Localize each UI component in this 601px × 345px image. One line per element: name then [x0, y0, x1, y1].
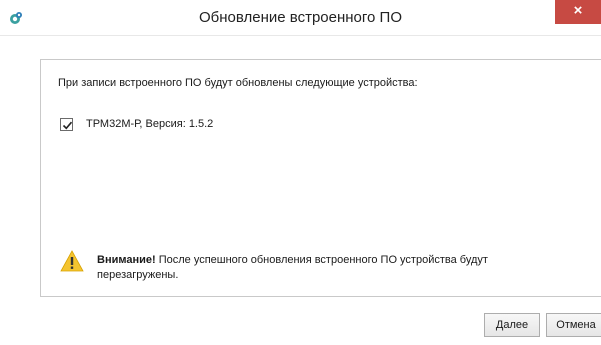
window-title: Обновление встроенного ПО [199, 9, 402, 26]
warning-text: После успешного обновления встроенного П… [97, 254, 488, 281]
title-bar: Обновление встроенного ПО × [0, 0, 601, 36]
device-checkbox[interactable] [60, 118, 73, 131]
device-label: ТРМ32М-Р, Версия: 1.5.2 [86, 118, 214, 130]
warning-message: Внимание! После успешного обновления вст… [97, 253, 567, 283]
next-button[interactable]: Далее [484, 313, 540, 337]
devices-panel: При записи встроенного ПО будут обновлен… [40, 59, 601, 297]
close-button[interactable]: × [555, 0, 601, 24]
cancel-button[interactable]: Отмена [546, 313, 601, 337]
warning-title: Внимание! [97, 254, 156, 266]
intro-text: При записи встроенного ПО будут обновлен… [58, 77, 418, 89]
checkmark-icon [62, 121, 73, 130]
warning-icon [60, 250, 84, 272]
